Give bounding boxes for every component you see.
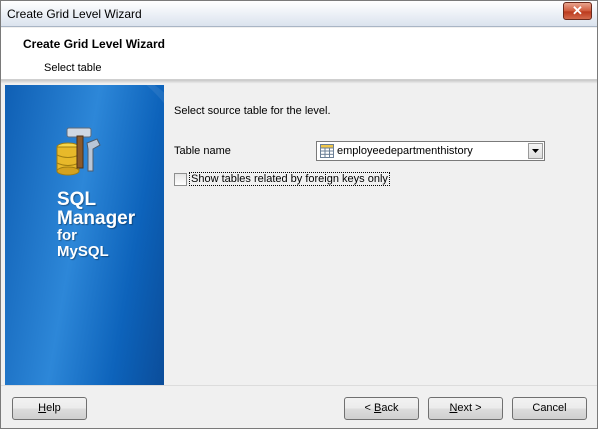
table-icon	[320, 144, 334, 158]
back-button[interactable]: < Back	[344, 397, 419, 420]
tools-database-icon	[56, 127, 101, 176]
help-button[interactable]: Help	[12, 397, 87, 420]
help-mnemonic: H	[38, 402, 47, 414]
wizard-footer: Help < Back Next > Cancel	[1, 385, 597, 428]
wizard-window: Create Grid Level Wizard ✕ Create Grid L…	[0, 0, 598, 429]
table-name-label: Table name	[174, 145, 231, 157]
brand-line-sql: SQL	[57, 189, 97, 210]
brand-line-mysql: MySQL	[57, 243, 109, 260]
next-label: ext >	[457, 402, 482, 414]
table-name-select[interactable]: employeedepartmenthistory	[316, 141, 545, 161]
foreign-keys-checkbox-label[interactable]: Show tables related by foreign keys only	[189, 172, 390, 186]
product-banner: SQL Manager for MySQL	[5, 85, 164, 385]
header-title: Create Grid Level Wizard	[23, 37, 165, 51]
cancel-label: Cancel	[532, 402, 567, 414]
header-separator	[1, 80, 597, 84]
window-title: Create Grid Level Wizard	[7, 7, 142, 21]
product-name: SQL Manager for MySQL	[57, 190, 135, 260]
dropdown-button[interactable]	[528, 143, 543, 159]
help-label: elp	[46, 402, 61, 414]
next-button[interactable]: Next >	[428, 397, 503, 420]
header-subtitle: Select table	[44, 62, 102, 74]
back-arrow: <	[364, 402, 374, 414]
foreign-keys-checkbox[interactable]	[174, 173, 187, 186]
chevron-down-icon	[532, 149, 539, 153]
brand-line-for: for	[57, 227, 77, 244]
close-button[interactable]: ✕	[563, 2, 592, 20]
brand-line-manager: Manager	[57, 208, 136, 229]
instruction-text: Select source table for the level.	[174, 105, 331, 117]
back-label: ack	[381, 402, 399, 414]
wizard-content: Select source table for the level. Table…	[164, 85, 597, 385]
wizard-header: Create Grid Level Wizard Select table	[1, 28, 597, 80]
cancel-button[interactable]: Cancel	[512, 397, 587, 420]
table-name-value: employeedepartmenthistory	[337, 145, 473, 157]
title-bar[interactable]: Create Grid Level Wizard ✕	[1, 1, 597, 27]
close-icon: ✕	[572, 3, 583, 18]
